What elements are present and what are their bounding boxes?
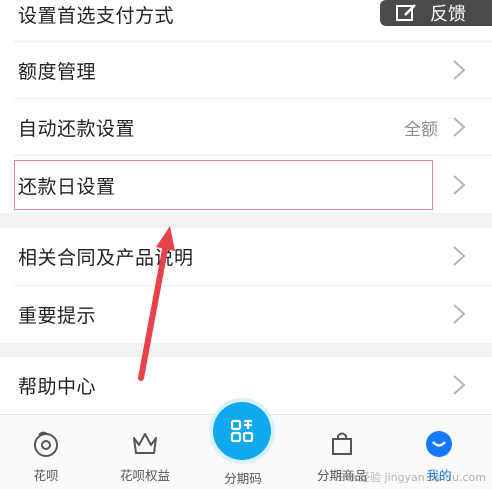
tab-huabei[interactable]: 花呗 xyxy=(18,415,74,489)
tab-label: 分期码 xyxy=(224,471,262,486)
installment-code-button[interactable] xyxy=(213,402,271,460)
qr-code-icon xyxy=(230,419,254,443)
watermark: Bai 经验 jingyan.baidu.com xyxy=(338,471,486,484)
user-icon xyxy=(426,431,452,457)
huabei-icon xyxy=(34,431,58,457)
crown-icon xyxy=(133,433,157,454)
screen: 设置首选支付方式 额度管理 自动还款设置 全额 还款日设置 相关合同及产品说明 … xyxy=(0,0,492,489)
tab-huabei-rights[interactable]: 花呗权益 xyxy=(112,415,178,489)
tab-label: 花呗 xyxy=(33,468,59,483)
tab-label: 花呗权益 xyxy=(119,468,170,483)
shopping-bag-icon xyxy=(332,432,352,455)
